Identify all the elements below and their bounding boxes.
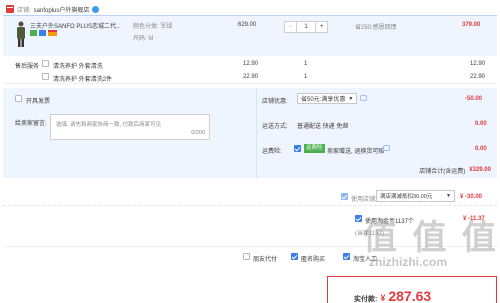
- badge-icon: [30, 30, 37, 36]
- options-row: [3, 246, 497, 266]
- store-total-label: 店铺合计(含运费): [419, 168, 466, 175]
- message-counter: 0/200: [191, 130, 205, 136]
- store-total-amount: ¥329.00: [469, 167, 491, 173]
- pay-label: 实付款:: [354, 296, 378, 303]
- coupon-checkbox[interactable]: [341, 193, 348, 200]
- insurance-amount: 0.00: [475, 146, 487, 152]
- anonymous-label: 匿名购买: [301, 257, 326, 263]
- service-checkbox[interactable]: [42, 73, 49, 80]
- invoice-label: 开具发票: [26, 99, 51, 105]
- insurance-checkbox[interactable]: [294, 145, 301, 152]
- quantity-stepper[interactable]: − 1 +: [284, 21, 328, 33]
- message-label: 给卖家留言:: [15, 121, 47, 127]
- store-icon: [6, 5, 14, 13]
- friend-pay-label: 朋友代付: [253, 257, 278, 263]
- points-label: 使用淘金币1137个: [365, 219, 414, 225]
- increment-button[interactable]: +: [315, 22, 327, 32]
- anonymous-checkbox[interactable]: [291, 253, 298, 260]
- service-name: 清洗养护 外套清洗: [53, 64, 103, 70]
- shop-discount-select[interactable]: 省50元:满享优惠 ▼: [297, 93, 358, 104]
- insurance-label: 运费险:: [262, 149, 282, 155]
- service-qty: 1: [304, 61, 308, 67]
- store-total-row: 店铺合计(含运费) ¥329.00: [3, 162, 497, 178]
- item-sku-size: 尺码: M: [133, 36, 154, 42]
- service-subtotal: 22.90: [470, 74, 486, 80]
- service-qty: 1: [304, 74, 308, 80]
- store-header: 店铺: sanfoplus户外旗舰店: [6, 4, 100, 14]
- points-hint: (当年1137): [355, 231, 384, 237]
- insurance-value: 卖家赠送, 退换货可赔: [327, 149, 385, 155]
- pay-summary-box: 实付款: ¥ 287.63: [327, 276, 497, 303]
- item-price: 629.00: [238, 22, 257, 28]
- product-thumbnail[interactable]: [15, 20, 27, 48]
- delivery-value: 普通配送 快递 免邮: [297, 124, 349, 130]
- info-icon[interactable]: [360, 95, 367, 101]
- item-promo: 省250:感恩回馈: [355, 25, 397, 31]
- decrement-button[interactable]: −: [285, 22, 297, 32]
- shop-discount-value: 省50元:满享优惠: [301, 97, 346, 103]
- service-price: 22.90: [243, 74, 259, 80]
- chevron-down-icon: ▼: [348, 95, 354, 102]
- delivery-label: 运送方式:: [262, 124, 288, 130]
- coupon-amount: ¥ -30.00: [460, 194, 483, 200]
- service-name: 清洗养护 外套清洗2件: [53, 77, 113, 83]
- service-subtotal: 12.90: [470, 61, 486, 67]
- pay-amount-row: 实付款: ¥ 287.63: [354, 288, 431, 303]
- delivery-amount: 0.00: [475, 121, 487, 127]
- chat-icon[interactable]: [92, 5, 100, 13]
- coupon-select[interactable]: 满店满减抵扣30.00元 ▼: [376, 190, 455, 202]
- shop-discount-label: 店铺优惠:: [262, 99, 288, 105]
- item-title[interactable]: 三夫户外SANFO PLUS恋城二代...: [30, 21, 120, 30]
- pay-amount: 287.63: [388, 288, 432, 303]
- friend-pay-checkbox[interactable]: [243, 253, 250, 260]
- store-name-link[interactable]: sanfoplus户外旗舰店: [34, 5, 90, 14]
- pay-currency: ¥: [380, 293, 386, 303]
- info-icon[interactable]: [383, 145, 390, 151]
- invoice-checkbox[interactable]: [15, 95, 22, 102]
- item-badges: [30, 30, 57, 36]
- item-sku-color: 颜色分类: 军绿: [133, 24, 173, 30]
- item-subtotal: 379.00: [462, 22, 481, 28]
- chevron-down-icon: ▼: [446, 193, 451, 199]
- shop-discount-amount: -50.00: [465, 96, 483, 102]
- quantity-input[interactable]: 1: [297, 22, 315, 32]
- message-textarea[interactable]: 选填, 请先和商家协商一致, 付款后商家可见 0/200: [50, 114, 210, 140]
- points-checkbox[interactable]: [355, 215, 362, 222]
- manual-service-label: 淘宝人工: [353, 257, 378, 263]
- services-label: 售后服务: [15, 64, 40, 70]
- store-label: 店铺:: [17, 7, 31, 14]
- service-checkbox[interactable]: [42, 60, 49, 67]
- message-placeholder: 选填, 请先和商家协商一致, 付款后商家可见: [56, 122, 162, 128]
- badge-icon: [39, 30, 46, 36]
- insurance-badge: 运费险: [304, 144, 325, 153]
- manual-service-checkbox[interactable]: [343, 253, 350, 260]
- badge-icon: [48, 30, 57, 36]
- service-price: 12.90: [243, 61, 259, 67]
- points-amount: ¥ -11.37: [463, 216, 485, 222]
- coupon-select-value: 满店满减抵扣30.00元: [380, 194, 433, 200]
